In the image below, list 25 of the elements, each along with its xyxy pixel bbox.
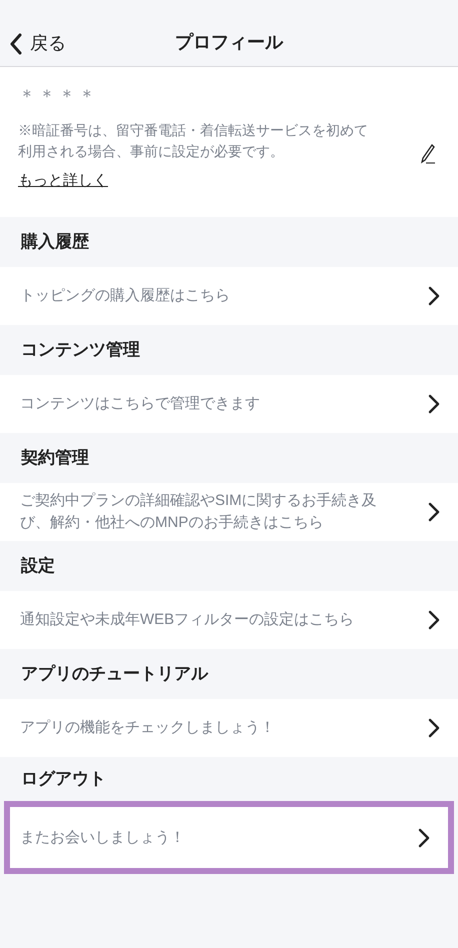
chevron-right-icon (428, 718, 440, 738)
chevron-right-icon (428, 610, 440, 630)
section-heading: 設定 (21, 555, 55, 578)
pencil-icon[interactable] (420, 143, 436, 165)
back-button[interactable]: 戻る (10, 30, 66, 57)
chevron-right-icon (428, 502, 440, 522)
section-row[interactable]: またお会いしましょう！ (4, 801, 454, 874)
pin-value: ＊＊＊＊ (18, 85, 98, 108)
chevron-right-icon (418, 828, 430, 848)
section-row[interactable]: コンテンツはこちらで管理できます (0, 375, 458, 433)
section-row[interactable]: トッピングの購入履歴はこちら (0, 267, 458, 325)
section-row[interactable]: ご契約中プランの詳細確認やSIMに関するお手続き及び、解約・他社へのMNPのお手続きはこちら (0, 483, 458, 541)
section-heading: ログアウト (21, 768, 106, 790)
page-title: プロフィール (175, 30, 283, 54)
chevron-left-icon (10, 32, 22, 54)
section-heading: 契約管理 (21, 447, 89, 470)
pin-note: ※暗証番号は、留守番電話・着信転送サービスを初めて利用される場合、事前に設定が必要です。 (18, 121, 369, 161)
section-heading: 購入履歴 (21, 231, 89, 254)
more-details-link[interactable]: もっと詳しく (18, 170, 108, 192)
section-heading: アプリのチュートリアル (21, 663, 208, 686)
section-heading: コンテンツ管理 (21, 339, 140, 362)
chevron-right-icon (428, 394, 440, 414)
section-row[interactable]: 通知設定や未成年WEBフィルターの設定はこちら (0, 591, 458, 649)
section-row[interactable]: アプリの機能をチェックしましょう！ (0, 699, 458, 757)
chevron-right-icon (428, 286, 440, 306)
